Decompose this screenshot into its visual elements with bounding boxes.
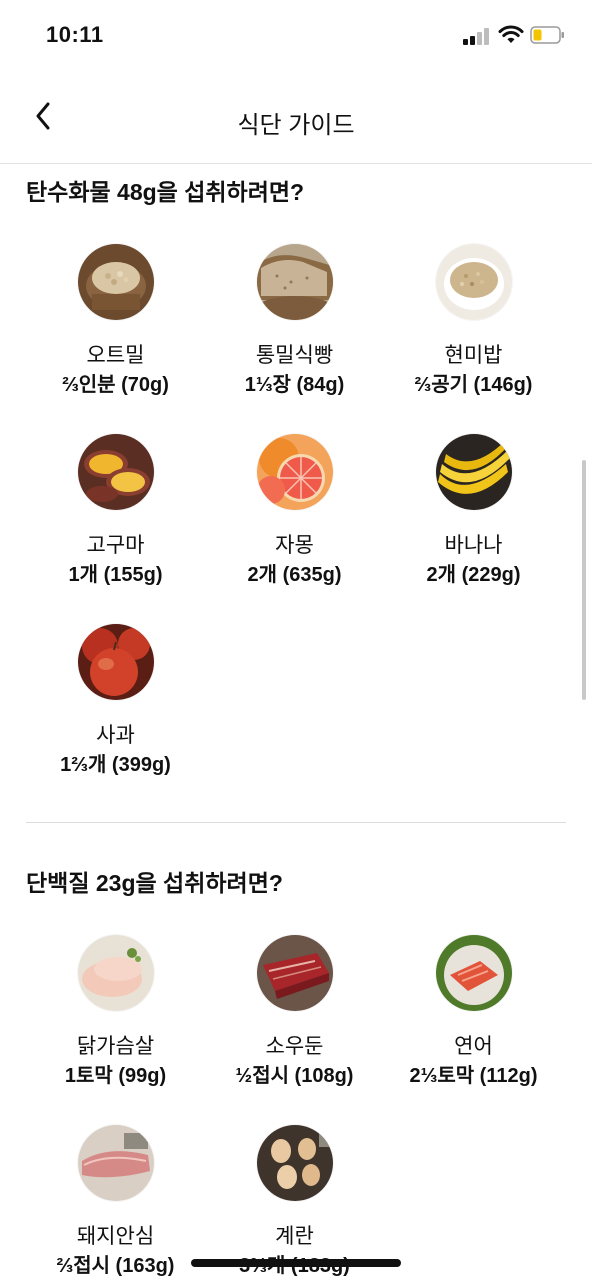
food-amount: ⅔공기 (146g)	[414, 374, 533, 396]
status-bar: 10:11	[0, 0, 592, 70]
carbohydrate-section: 탄수화물 48g을 섭취하려면? 오트밀 ⅔인분 (70g) 통밀식빵 1⅓장 …	[0, 164, 592, 814]
food-amount: 1⅓장 (84g)	[244, 374, 345, 396]
beef-round-image	[256, 935, 333, 1011]
food-amount: ⅔인분 (70g)	[62, 374, 169, 396]
food-name: 돼지안심	[76, 1225, 155, 1248]
food-name: 통밀식빵	[255, 344, 334, 367]
food-grid: 닭가슴살 1토막 (99g) 소우둔 ½접시 (108g) 연어 2⅓토막 (1…	[26, 935, 566, 1280]
section-title: 단백질 23g을 섭취하려면?	[26, 870, 283, 896]
egg-image	[256, 1125, 333, 1201]
food-amount: ½접시 (108g)	[235, 1065, 354, 1087]
food-name: 소우둔	[265, 1035, 324, 1058]
food-item-pork-tenderloin[interactable]: 돼지안심 ⅔접시 (163g)	[26, 1125, 205, 1280]
food-name: 연어	[454, 1035, 493, 1058]
food-name: 자몽	[275, 534, 314, 557]
protein-section: 단백질 23g을 섭취하려면? 닭가슴살 1토막 (99g) 소우둔 ½접시 (…	[0, 855, 592, 1280]
food-item-beef-round[interactable]: 소우둔 ½접시 (108g)	[205, 935, 384, 1125]
food-amount: 2개 (229g)	[426, 564, 521, 586]
food-item-chicken-breast[interactable]: 닭가슴살 1토막 (99g)	[26, 935, 205, 1125]
navigation-bar: 식단 가이드	[0, 70, 592, 164]
food-item-grapefruit[interactable]: 자몽 2개 (635g)	[205, 434, 384, 624]
sweet-potato-image	[77, 434, 154, 510]
whole-wheat-bread-image	[256, 244, 333, 320]
oatmeal-image	[77, 244, 154, 320]
food-amount: 1개 (155g)	[68, 564, 163, 586]
diet-guide-screen: 10:11 식단 가이드 탄수화물 48g을 섭취하려면? 오트밀 ⅔인분 (7…	[0, 0, 592, 1280]
battery-icon	[530, 26, 564, 44]
banana-image	[435, 434, 512, 510]
food-item-apple[interactable]: 사과 1⅔개 (399g)	[26, 624, 205, 814]
food-name: 사과	[96, 724, 135, 747]
chicken-breast-image	[77, 935, 154, 1011]
status-time: 10:11	[46, 22, 104, 47]
food-item-sweet-potato[interactable]: 고구마 1개 (155g)	[26, 434, 205, 624]
brown-rice-image	[435, 244, 512, 320]
food-item-salmon[interactable]: 연어 2⅓토막 (112g)	[384, 935, 563, 1125]
food-amount: 2⅓토막 (112g)	[409, 1065, 538, 1087]
content-scroll-area[interactable]: 탄수화물 48g을 섭취하려면? 오트밀 ⅔인분 (70g) 통밀식빵 1⅓장 …	[0, 164, 592, 1280]
food-name: 계란	[275, 1225, 314, 1248]
home-indicator[interactable]	[191, 1259, 401, 1267]
food-amount: ⅔접시 (163g)	[56, 1255, 175, 1277]
food-amount: 2개 (635g)	[247, 564, 342, 586]
food-name: 바나나	[444, 534, 503, 557]
food-item-whole-wheat-bread[interactable]: 통밀식빵 1⅓장 (84g)	[205, 244, 384, 434]
wifi-icon	[498, 25, 524, 45]
food-name: 현미밥	[444, 344, 503, 367]
food-item-oatmeal[interactable]: 오트밀 ⅔인분 (70g)	[26, 244, 205, 434]
section-divider	[26, 822, 566, 823]
apple-image	[77, 624, 154, 700]
scrollbar[interactable]	[582, 460, 586, 700]
salmon-image	[435, 935, 512, 1011]
food-amount: 1토막 (99g)	[64, 1065, 167, 1087]
food-item-egg[interactable]: 계란 3⅔개 (183g)	[205, 1125, 384, 1280]
food-grid: 오트밀 ⅔인분 (70g) 통밀식빵 1⅓장 (84g) 현미밥 ⅔공기 (14…	[26, 244, 566, 814]
cellular-signal-icon	[463, 27, 493, 45]
section-title: 탄수화물 48g을 섭취하려면?	[26, 179, 305, 205]
food-name: 닭가슴살	[76, 1035, 155, 1058]
food-item-brown-rice[interactable]: 현미밥 ⅔공기 (146g)	[384, 244, 563, 434]
food-amount: 1⅔개 (399g)	[60, 754, 171, 776]
page-title: 식단 가이드	[237, 112, 355, 139]
food-name: 고구마	[86, 534, 145, 557]
pork-tenderloin-image	[77, 1125, 154, 1201]
grapefruit-image	[256, 434, 333, 510]
food-item-banana[interactable]: 바나나 2개 (229g)	[384, 434, 563, 624]
food-name: 오트밀	[86, 344, 145, 367]
